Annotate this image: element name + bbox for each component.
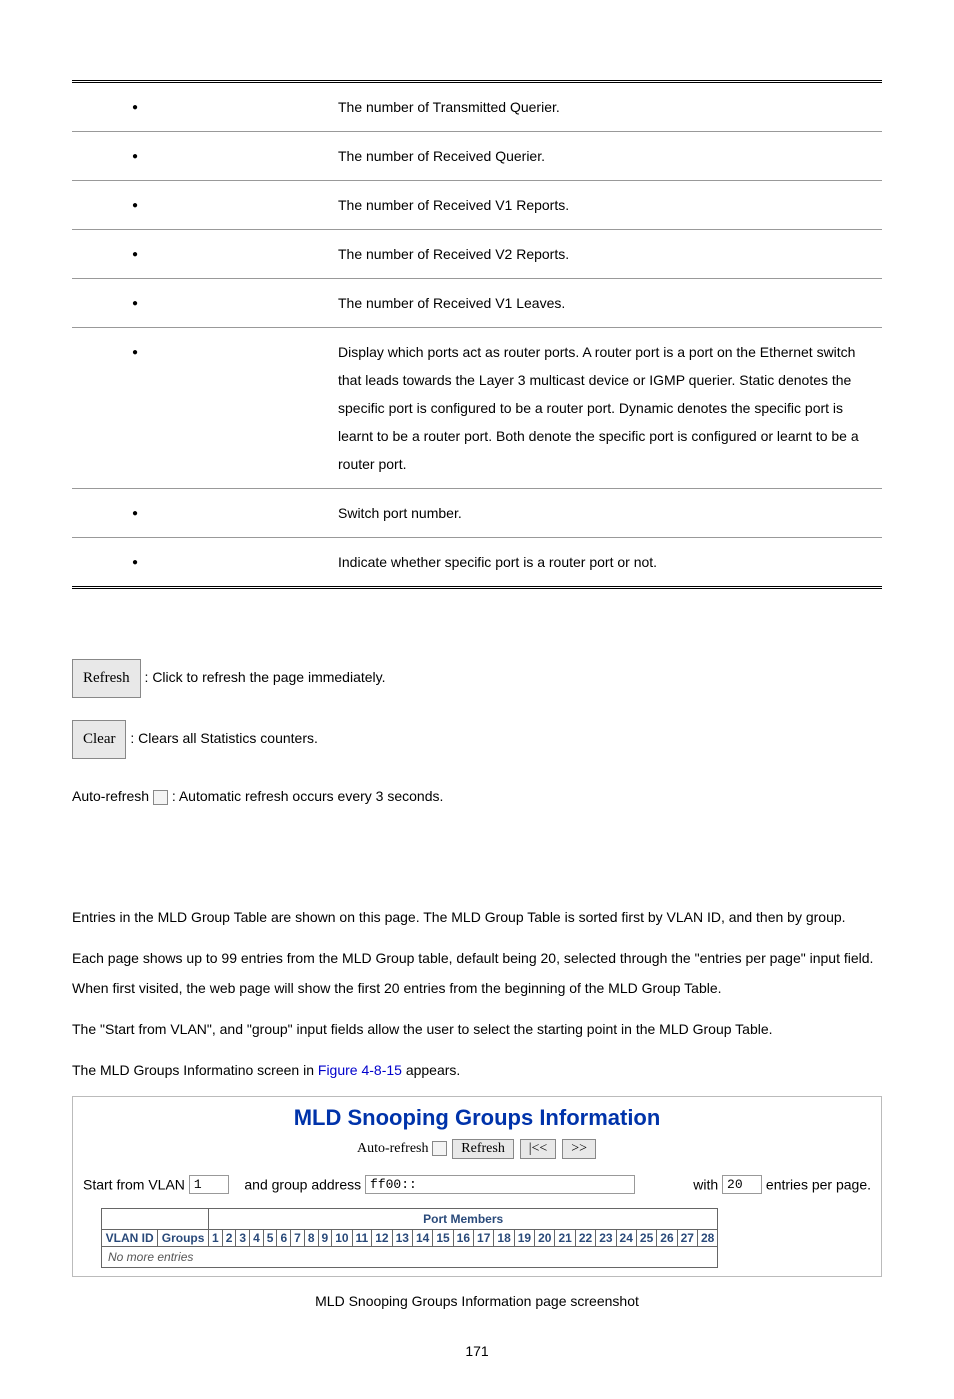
groups-header: Groups <box>158 1229 209 1246</box>
autorefresh-checkbox[interactable] <box>153 790 168 805</box>
entries-label: entries per page. <box>766 1176 871 1192</box>
panel-autorefresh-label: Auto-refresh <box>357 1141 429 1156</box>
port-header: 2 <box>222 1229 236 1246</box>
table-row <box>72 328 330 489</box>
cell-desc: Switch port number. <box>330 489 882 538</box>
refresh-desc: : Click to refresh the page immediately. <box>145 669 386 685</box>
refresh-button[interactable]: Refresh <box>72 659 141 698</box>
table-row <box>72 82 330 132</box>
port-header: 11 <box>352 1229 372 1246</box>
panel-refresh-button[interactable]: Refresh <box>452 1139 514 1159</box>
port-header: 20 <box>535 1229 555 1246</box>
port-header: 4 <box>250 1229 264 1246</box>
cell-desc: Indicate whether specific port is a rout… <box>330 538 882 588</box>
page-number: 171 <box>72 1343 882 1359</box>
port-header: 5 <box>263 1229 277 1246</box>
clear-desc: : Clears all Statistics counters. <box>130 730 318 746</box>
port-header: 12 <box>372 1229 392 1246</box>
port-header: 26 <box>657 1229 677 1246</box>
panel-autorefresh-checkbox[interactable] <box>432 1141 447 1156</box>
cell-desc: The number of Received V1 Reports. <box>330 181 882 230</box>
start-from-vlan-input[interactable]: 1 <box>189 1175 229 1194</box>
port-header: 17 <box>474 1229 494 1246</box>
port-header: 6 <box>277 1229 291 1246</box>
cell-desc: The number of Received V1 Leaves. <box>330 279 882 328</box>
figure-link[interactable]: Figure 4-8-15 <box>318 1062 402 1078</box>
entries-per-page-input[interactable]: 20 <box>722 1175 762 1194</box>
port-header: 10 <box>332 1229 352 1246</box>
port-header: 8 <box>304 1229 318 1246</box>
clear-button[interactable]: Clear <box>72 720 126 759</box>
port-header: 13 <box>392 1229 412 1246</box>
port-header: 25 <box>636 1229 656 1246</box>
panel-next-button[interactable]: >> <box>562 1139 596 1159</box>
port-header: 15 <box>433 1229 453 1246</box>
table-row <box>72 181 330 230</box>
figure-caption: MLD Snooping Groups Information page scr… <box>72 1293 882 1309</box>
autorefresh-desc: : Automatic refresh occurs every 3 secon… <box>172 788 444 804</box>
intro-p3: The "Start from VLAN", and "group" input… <box>72 1014 882 1045</box>
table-row <box>72 489 330 538</box>
intro-p4-pre: The MLD Groups Informatino screen in <box>72 1062 318 1078</box>
mld-panel: MLD Snooping Groups Information Auto-ref… <box>72 1096 882 1277</box>
port-header: 28 <box>697 1229 717 1246</box>
cell-desc: Display which ports act as router ports.… <box>330 328 882 489</box>
table-row <box>72 538 330 588</box>
intro-p2: Each page shows up to 99 entries from th… <box>72 943 882 1005</box>
intro-p4: The MLD Groups Informatino screen in Fig… <box>72 1055 882 1086</box>
panel-title: MLD Snooping Groups Information <box>73 1097 881 1137</box>
port-header: 18 <box>494 1229 514 1246</box>
port-header: 24 <box>616 1229 636 1246</box>
object-description-table: The number of Transmitted Querier. The n… <box>72 80 882 589</box>
port-header: 21 <box>555 1229 575 1246</box>
vlan-id-header: VLAN ID <box>102 1229 158 1246</box>
cell-desc: The number of Received V2 Reports. <box>330 230 882 279</box>
group-address-input[interactable]: ff00:: <box>365 1175 635 1194</box>
blank-header <box>102 1208 209 1229</box>
port-header: 19 <box>514 1229 534 1246</box>
table-row <box>72 279 330 328</box>
port-header: 1 <box>209 1229 223 1246</box>
port-header: 16 <box>453 1229 473 1246</box>
port-header: 14 <box>412 1229 432 1246</box>
no-more-entries: No more entries <box>102 1246 718 1267</box>
cell-desc: The number of Received Querier. <box>330 132 882 181</box>
table-row <box>72 230 330 279</box>
table-row <box>72 132 330 181</box>
autorefresh-label: Auto-refresh <box>72 788 153 804</box>
cell-desc: The number of Transmitted Querier. <box>330 82 882 132</box>
port-header: 22 <box>575 1229 595 1246</box>
port-header: 23 <box>596 1229 616 1246</box>
intro-p4-post: appears. <box>402 1062 460 1078</box>
port-header: 7 <box>291 1229 305 1246</box>
port-members-table: Port MembersVLAN IDGroups123456789101112… <box>101 1208 718 1268</box>
port-members-header: Port Members <box>209 1208 718 1229</box>
group-address-label: and group address <box>244 1176 361 1192</box>
port-header: 3 <box>236 1229 250 1246</box>
intro-p1: Entries in the MLD Group Table are shown… <box>72 902 882 933</box>
panel-first-button[interactable]: |<< <box>520 1139 557 1159</box>
port-header: 27 <box>677 1229 697 1246</box>
port-header: 9 <box>318 1229 332 1246</box>
with-label: with <box>693 1176 718 1192</box>
start-from-vlan-label: Start from VLAN <box>83 1176 185 1192</box>
